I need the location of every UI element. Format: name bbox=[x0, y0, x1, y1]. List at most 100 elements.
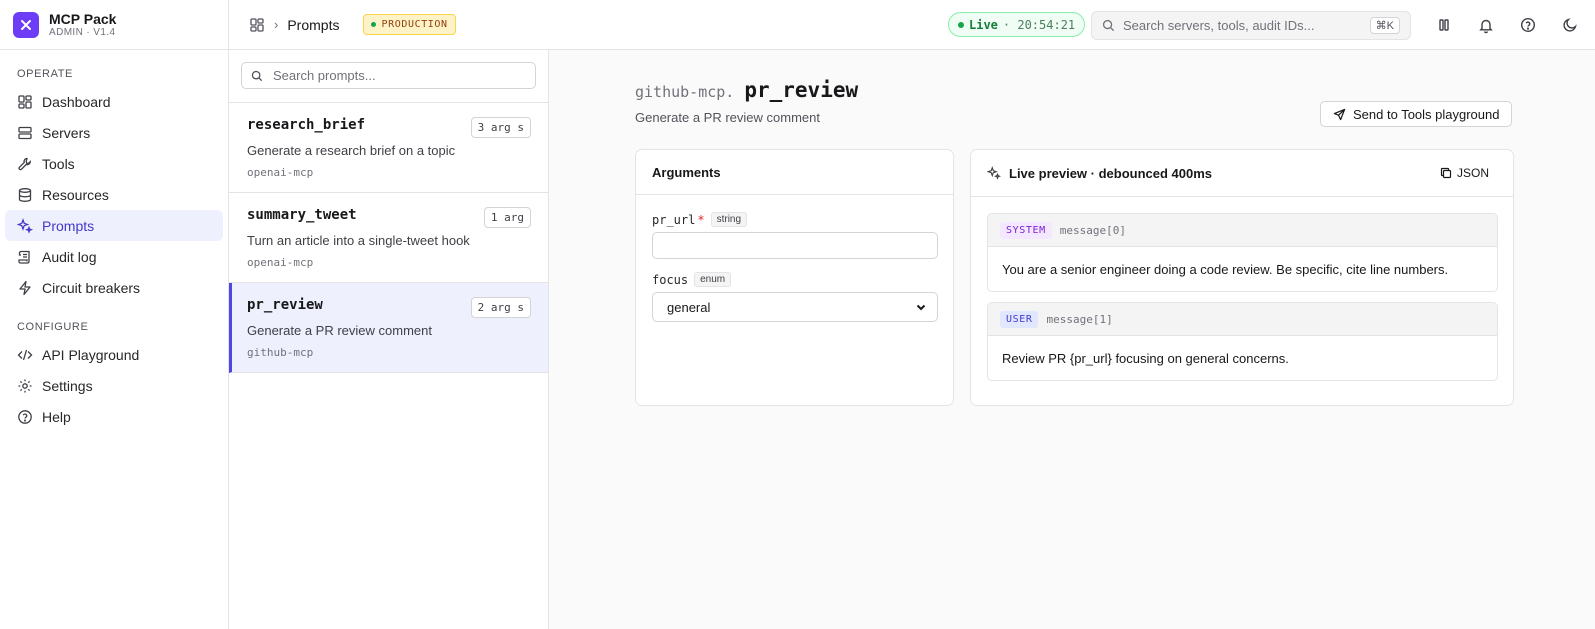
sidebar-item-settings[interactable]: Settings bbox=[5, 370, 223, 401]
live-time: · 20:54:21 bbox=[1002, 17, 1076, 32]
title-server-prefix: github-mcp. bbox=[635, 83, 735, 101]
message-header: SYSTEM message[0] bbox=[988, 214, 1497, 247]
sidebar-item-help[interactable]: Help bbox=[5, 401, 223, 432]
sparkles-icon bbox=[17, 217, 33, 234]
prompt-description: Generate a research brief on a topic bbox=[247, 143, 456, 158]
arguments-card: Arguments pr_url * string focus enum gen… bbox=[635, 149, 954, 406]
message-index: message[1] bbox=[1046, 312, 1113, 326]
prompt-server: openai-mcp bbox=[247, 256, 314, 269]
field-name: focus bbox=[652, 272, 689, 287]
prompt-detail: github-mcp. pr_review Generate a PR revi… bbox=[549, 50, 1595, 629]
arguments-form: pr_url * string focus enum general bbox=[636, 195, 953, 322]
bell-icon[interactable] bbox=[1477, 16, 1495, 34]
sidebar-item-label: Dashboard bbox=[42, 93, 111, 110]
chevron-down-icon bbox=[916, 304, 926, 311]
server-icon bbox=[18, 126, 32, 139]
sidebar-item-tools[interactable]: Tools bbox=[5, 148, 223, 179]
brand-logo-icon bbox=[13, 11, 39, 38]
nav-operate: OPERATE Dashboard Servers Tools Resource… bbox=[0, 50, 228, 303]
message-system: SYSTEM message[0] You are a senior engin… bbox=[987, 213, 1498, 292]
role-badge-system: SYSTEM bbox=[1000, 221, 1052, 239]
sidebar-item-resources[interactable]: Resources bbox=[5, 179, 223, 210]
prompt-list-item-research-brief[interactable]: research_brief 3 arg s Generate a resear… bbox=[229, 103, 548, 193]
pr-url-input[interactable] bbox=[652, 232, 938, 259]
required-marker: * bbox=[697, 212, 705, 227]
prompt-server: openai-mcp bbox=[247, 166, 314, 179]
gear-icon bbox=[18, 379, 32, 392]
focus-select-value: general bbox=[667, 299, 711, 315]
field-label-pr-url: pr_url * string bbox=[652, 212, 937, 227]
prompt-search[interactable] bbox=[241, 62, 536, 89]
prompt-server: github-mcp bbox=[247, 346, 314, 359]
sidebar-item-servers[interactable]: Servers bbox=[5, 117, 223, 148]
search-shortcut: ⌘K bbox=[1369, 17, 1400, 34]
database-icon bbox=[18, 187, 32, 202]
page-subtitle: Generate a PR review comment bbox=[635, 110, 820, 125]
moon-icon[interactable] bbox=[1561, 16, 1579, 34]
global-search[interactable]: Search servers, tools, audit IDs... ⌘K bbox=[1091, 11, 1411, 40]
arg-count-badge: 1 arg bbox=[483, 207, 531, 228]
live-status-pill: Live · 20:54:21 bbox=[948, 12, 1086, 37]
sidebar-item-label: Servers bbox=[42, 124, 91, 141]
scroll-icon bbox=[18, 250, 30, 264]
message-content: Review PR {pr_url} focusing on general c… bbox=[1002, 350, 1289, 366]
field-name: pr_url bbox=[652, 212, 696, 227]
copy-icon bbox=[1440, 167, 1452, 179]
prompt-description: Generate a PR review comment bbox=[247, 323, 432, 338]
code-icon bbox=[17, 349, 33, 360]
sidebar-item-dashboard[interactable]: Dashboard bbox=[5, 86, 223, 117]
grid-icon[interactable] bbox=[249, 17, 265, 33]
live-dot-icon bbox=[958, 21, 964, 28]
sidebar-item-label: Help bbox=[42, 408, 71, 425]
role-badge-user: USER bbox=[1000, 310, 1039, 328]
sidebar-item-label: API Playground bbox=[42, 346, 140, 363]
brand[interactable]: MCP Pack ADMIN · V1.4 bbox=[0, 0, 228, 50]
brand-version: ADMIN · V1.4 bbox=[49, 26, 116, 38]
prompt-search-wrap bbox=[229, 50, 548, 103]
prompt-search-input[interactable] bbox=[273, 68, 513, 83]
json-button[interactable]: JSON bbox=[1432, 162, 1497, 184]
sidebar-item-api-playground[interactable]: API Playground bbox=[5, 339, 223, 370]
send-to-playground-button[interactable]: Send to Tools playground bbox=[1320, 101, 1513, 127]
environment-badge: PRODUCTION bbox=[363, 14, 456, 35]
message-header: USER message[1] bbox=[988, 303, 1497, 336]
dashboard-icon bbox=[18, 94, 32, 109]
send-icon bbox=[1333, 108, 1346, 120]
sidebar-item-label: Resources bbox=[42, 186, 109, 203]
prompt-list-item-summary-tweet[interactable]: summary_tweet 1 arg Turn an article into… bbox=[229, 193, 548, 283]
preview-title: Live preview · debounced 400ms bbox=[1009, 165, 1213, 181]
sidebar-item-audit-log[interactable]: Audit log bbox=[5, 241, 223, 272]
send-button-label: Send to Tools playground bbox=[1353, 106, 1500, 122]
message-user: USER message[1] Review PR {pr_url} focus… bbox=[987, 302, 1498, 381]
live-label: Live bbox=[969, 17, 998, 32]
prompt-list-item-pr-review[interactable]: pr_review 2 arg s Generate a PR review c… bbox=[229, 283, 548, 373]
prompt-description: Turn an article into a single-tweet hook bbox=[247, 233, 470, 248]
breadcrumb-current: Prompts bbox=[287, 16, 340, 33]
field-type-tag: string bbox=[710, 212, 748, 227]
sparkles-icon bbox=[987, 166, 1001, 180]
section-title-configure: CONFIGURE bbox=[17, 321, 89, 333]
help-icon bbox=[18, 409, 32, 424]
columns-icon[interactable] bbox=[1435, 16, 1453, 34]
help-circle-icon[interactable] bbox=[1519, 16, 1537, 34]
nav-configure: CONFIGURE API Playground Settings Help bbox=[0, 303, 228, 432]
arguments-header: Arguments bbox=[636, 150, 953, 195]
arg-count-badge: 3 arg s bbox=[470, 117, 531, 138]
brand-name: MCP Pack bbox=[49, 10, 117, 27]
page-title: github-mcp. pr_review bbox=[635, 78, 858, 102]
sidebar-item-prompts[interactable]: Prompts bbox=[5, 210, 223, 241]
sidebar-item-label: Audit log bbox=[42, 248, 97, 265]
sidebar-item-circuit-breakers[interactable]: Circuit breakers bbox=[5, 272, 223, 303]
global-search-placeholder: Search servers, tools, audit IDs... bbox=[1123, 18, 1315, 33]
wrench-icon bbox=[18, 157, 31, 170]
message-index: message[0] bbox=[1059, 223, 1126, 237]
sidebar: MCP Pack ADMIN · V1.4 OPERATE Dashboard … bbox=[0, 0, 229, 629]
env-dot-icon bbox=[371, 22, 377, 27]
focus-select[interactable]: general bbox=[652, 292, 938, 322]
section-title-operate: OPERATE bbox=[17, 68, 73, 80]
sidebar-item-label: Prompts bbox=[42, 217, 95, 234]
field-type-tag: enum bbox=[694, 272, 732, 287]
environment-label: PRODUCTION bbox=[381, 19, 448, 30]
search-icon bbox=[251, 70, 263, 81]
field-label-focus: focus enum bbox=[652, 272, 937, 287]
